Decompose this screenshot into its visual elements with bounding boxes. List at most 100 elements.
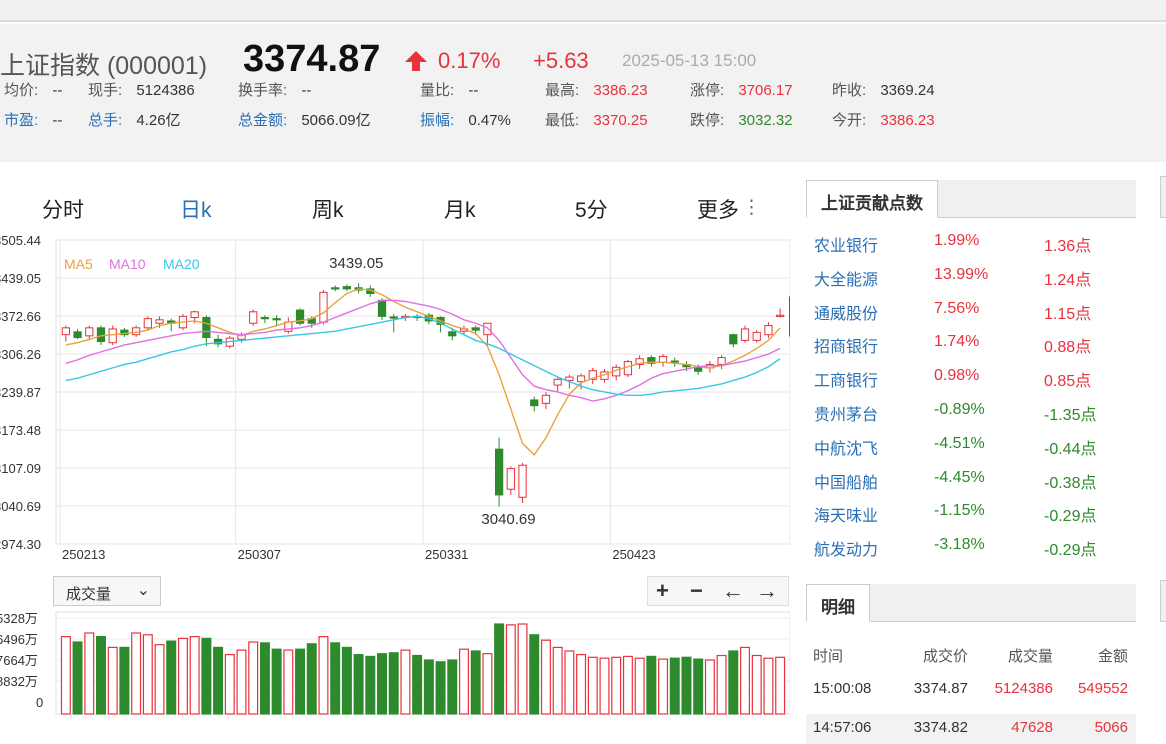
side-panel-edge[interactable]	[1160, 580, 1166, 622]
detail-cell: 47628	[1011, 719, 1053, 736]
candle	[776, 308, 785, 318]
volume-bar	[482, 653, 493, 715]
stat-stats_row2-3: 振幅: 0.47%	[420, 109, 511, 130]
volume-bar	[587, 656, 598, 715]
detail-tabbar: 明细	[806, 584, 1136, 622]
detail-header-row: 时间 成交价 成交量 金额	[806, 645, 1136, 679]
tab-0[interactable]: 分时	[42, 194, 84, 224]
volume-bar	[599, 657, 610, 715]
stat-stats_row1-6: 昨收: 3369.24	[832, 79, 935, 100]
chart-nav-buttons: + − ← →	[647, 576, 789, 606]
volume-bar	[224, 653, 235, 715]
side-panel-edge[interactable]	[1160, 176, 1166, 218]
stock-name[interactable]: 海天味业	[814, 502, 878, 526]
indicator-selector[interactable]: 成交量 ⌄	[53, 576, 161, 606]
volume-bar	[693, 658, 704, 715]
stock-change-pct: 7.56%	[934, 299, 980, 317]
stock-contrib-points: 1.24点	[1044, 271, 1092, 289]
volume-bar	[213, 646, 224, 715]
stat-label: 市盈:	[4, 112, 39, 129]
tab-contrib-points[interactable]: 上证贡献点数	[806, 180, 938, 218]
kline-chart[interactable]: 3505.44 3439.05 3372.66 3306.26 3239.87 3173.…	[0, 236, 790, 562]
contrib-row[interactable]: 农业银行 1.99% 1.36点	[814, 232, 1114, 266]
stat-label: 今开:	[832, 112, 867, 129]
tab-detail[interactable]: 明细	[806, 584, 870, 622]
volume-bar	[353, 653, 364, 715]
candle	[541, 391, 551, 410]
volume-bar	[271, 648, 282, 715]
stock-name[interactable]: 农业银行	[814, 232, 878, 256]
tab-5[interactable]: 更多	[697, 194, 739, 224]
stat-stats_row1-2: 换手率: --	[238, 79, 311, 100]
stat-label: 跌停:	[690, 112, 725, 129]
volume-bar	[681, 656, 692, 715]
stat-stats_row1-1: 现手: 5124386	[88, 79, 195, 100]
detail-header-cell: 成交价	[922, 648, 968, 665]
tab-2[interactable]: 周k	[312, 194, 344, 224]
volume-bar	[201, 637, 212, 715]
stat-label: 涨停:	[690, 82, 725, 99]
stock-name[interactable]: 大全能源	[814, 266, 878, 290]
tab-3[interactable]: 月k	[444, 194, 476, 224]
stock-name[interactable]: 贵州茅台	[814, 401, 878, 425]
volume-bar	[517, 623, 528, 715]
candle	[319, 290, 328, 325]
contrib-row[interactable]: 中国船舶 -4.45% -0.38点	[814, 469, 1114, 503]
scroll-right-button[interactable]: →	[756, 578, 778, 604]
tab-1[interactable]: 日k	[180, 194, 212, 224]
stat-stats_row1-3: 量比: --	[420, 79, 478, 100]
candle	[249, 309, 258, 327]
stock-name[interactable]: 工商银行	[814, 367, 878, 391]
contrib-row[interactable]: 海天味业 -1.15% -0.29点	[814, 502, 1114, 536]
candle	[588, 367, 597, 384]
stock-name[interactable]: 航发动力	[814, 536, 878, 560]
y-tick-label: 3439.05	[0, 271, 41, 286]
candle	[518, 462, 527, 503]
volume-bar	[658, 658, 669, 715]
candle	[120, 327, 129, 337]
contrib-row[interactable]: 招商银行 1.74% 0.88点	[814, 333, 1114, 367]
stock-change-pct: 0.98%	[934, 367, 980, 385]
zoom-in-button[interactable]: +	[656, 578, 669, 604]
candle	[73, 328, 82, 340]
volume-bar	[435, 661, 446, 715]
volume-bar	[529, 634, 540, 715]
vertical-ellipsis-icon[interactable]: ⋮	[742, 196, 761, 219]
contrib-row[interactable]: 通威股份 7.56% 1.15点	[814, 300, 1114, 334]
price-marker	[789, 296, 790, 337]
low-annotation: 3040.69	[481, 511, 535, 528]
x-tick-label: 250213	[62, 547, 105, 562]
tab-4[interactable]: 5分	[575, 194, 608, 224]
y-tick-label: 3505.44	[0, 236, 41, 248]
volume-bar	[646, 655, 657, 715]
stat-label: 均价:	[4, 82, 39, 99]
contrib-row[interactable]: 工商银行 0.98% 0.85点	[814, 367, 1114, 401]
volume-bar	[154, 644, 165, 715]
stat-stats_row2-1: 总手: 4.26亿	[88, 109, 181, 130]
stock-contrib-points: -0.29点	[1044, 508, 1097, 526]
stock-contrib-points: -0.29点	[1044, 542, 1097, 560]
contrib-row[interactable]: 贵州茅台 -0.89% -1.35点	[814, 401, 1114, 435]
zoom-out-button[interactable]: −	[690, 578, 703, 604]
volume-bar	[84, 632, 95, 715]
stock-name[interactable]: 通威股份	[814, 300, 878, 324]
contrib-row[interactable]: 大全能源 13.99% 1.24点	[814, 266, 1114, 300]
ma-legend-ma20: MA20	[163, 256, 200, 272]
scroll-left-button[interactable]: ←	[722, 578, 744, 604]
candle	[612, 364, 621, 381]
stock-name[interactable]: 招商银行	[814, 333, 878, 357]
quote-timestamp: 2025-05-13 15:00	[622, 51, 757, 70]
detail-cell: 15:00:08	[813, 680, 872, 697]
stock-change-pct: -3.18%	[934, 536, 985, 554]
stock-name[interactable]: 中航沈飞	[814, 435, 878, 459]
volume-bar	[423, 659, 434, 715]
contrib-row[interactable]: 中航沈飞 -4.51% -0.44点	[814, 435, 1114, 469]
candle	[740, 325, 750, 343]
detail-cell: 3374.87	[913, 680, 968, 697]
detail-cell: 5066	[1094, 719, 1128, 736]
ma-legend-ma5: MA5	[64, 256, 93, 272]
stock-name[interactable]: 中国船舶	[814, 469, 878, 493]
volume-chart[interactable]: 5328万 6496万 7664万 8832万 0	[0, 610, 790, 720]
stat-stats_row2-5: 跌停: 3032.32	[690, 109, 793, 130]
contrib-row[interactable]: 航发动力 -3.18% -0.29点	[814, 536, 1114, 570]
